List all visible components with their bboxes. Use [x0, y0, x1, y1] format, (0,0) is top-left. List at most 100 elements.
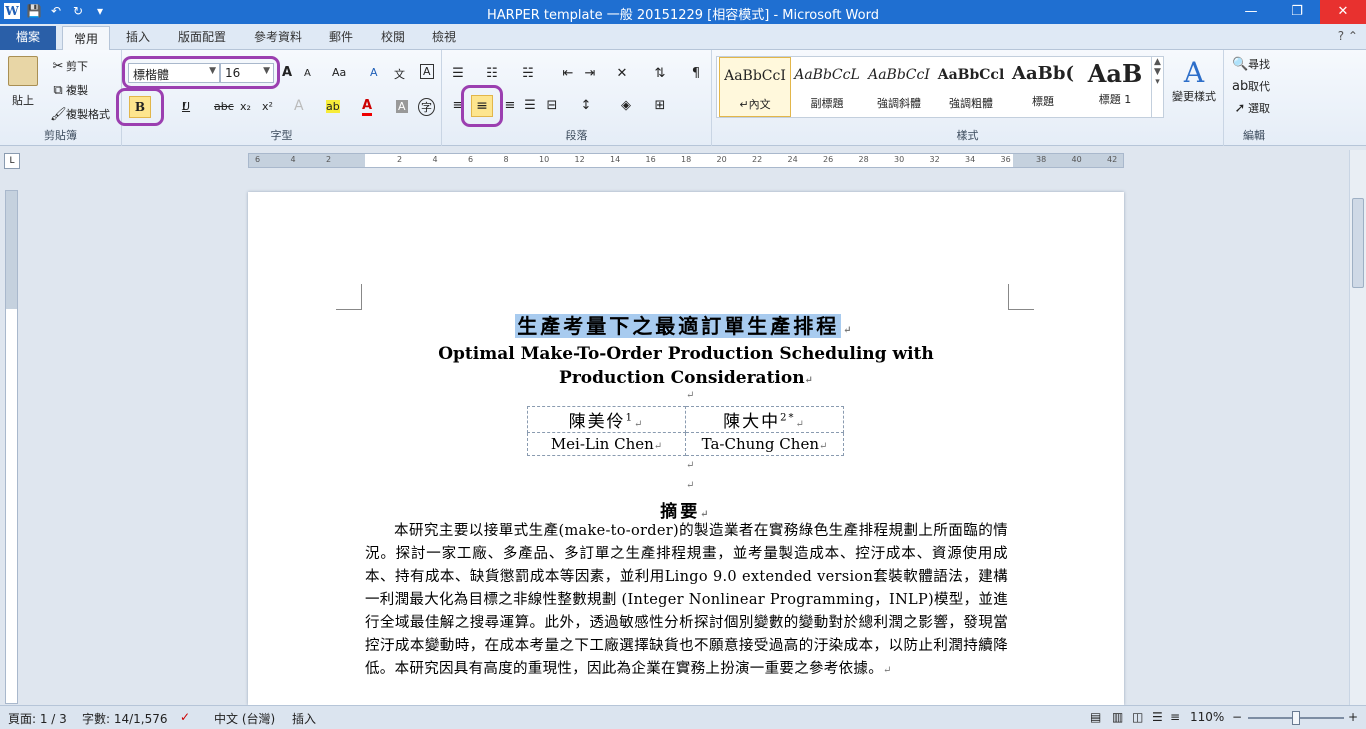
superscript-button[interactable]: x² [262, 100, 273, 113]
ruler-tick-label: 4 [432, 155, 438, 164]
change-styles-icon: A [1183, 56, 1205, 89]
print-layout-icon[interactable]: ▤ [1090, 710, 1101, 724]
show-marks-icon[interactable]: ¶ [688, 66, 704, 82]
highlight-color-icon[interactable]: ab [326, 100, 340, 113]
outline-icon[interactable]: ☰ [1152, 710, 1163, 724]
ruler-tick-label: 12 [574, 155, 585, 164]
find-button[interactable]: 尋找 [1248, 58, 1270, 71]
font-color-icon[interactable]: A [362, 98, 373, 116]
sort-icon[interactable]: ⇅ [652, 66, 668, 82]
paste-button[interactable]: 貼上 [12, 92, 34, 108]
ruler-tick-label: 34 [965, 155, 976, 164]
language[interactable]: 中文 (台灣) [214, 710, 275, 727]
decrease-indent-icon[interactable]: ⇤ [560, 66, 576, 82]
grow-font-icon[interactable]: A [282, 65, 292, 80]
full-screen-icon[interactable]: ▥ [1112, 710, 1123, 724]
styles-scroll-arrows[interactable]: ▲ ▼ ▾ [1151, 57, 1163, 117]
ribbon: 貼上 ✂ 剪下 ⧉ 複製 🖌複製格式 剪貼簿 標楷體 ▼ 16 ▼ A A Aa A 文… [0, 50, 1366, 146]
vertical-scrollbar[interactable] [1349, 150, 1366, 705]
tab-references[interactable]: 參考資料 [254, 28, 302, 45]
minimize-button[interactable]: — [1228, 0, 1274, 24]
tab-selector[interactable]: L [4, 153, 20, 169]
ruler-tick-label: 2 [326, 155, 332, 164]
horizontal-ruler[interactable]: 6 4 2 2 4 6 8 10 12 14 16 18 20 22 24 26 28 30 32 34 36 38 40 4… [248, 153, 1124, 168]
page-count[interactable]: 頁面: 1 / 3 [8, 710, 67, 727]
copy-button[interactable]: 複製 [66, 84, 88, 97]
copy-icon: ⧉ [53, 83, 63, 98]
tab-page-layout[interactable]: 版面配置 [178, 28, 226, 45]
abstract-heading: 摘要↵ [660, 502, 712, 522]
text-effects-icon[interactable]: A [294, 98, 304, 114]
tab-mailings[interactable]: 郵件 [329, 28, 353, 45]
abstract-body: 本研究主要以接單式生產(make-to-order)的製造業者在實務綠色生產排程… [365, 523, 1008, 677]
shrink-font-icon[interactable]: A [304, 68, 311, 79]
asian-layout-icon[interactable]: ✕ [614, 66, 630, 82]
select-button[interactable]: 選取 [1248, 102, 1270, 115]
web-layout-icon[interactable]: ◫ [1132, 710, 1143, 724]
borders-icon[interactable]: ⊞ [652, 98, 668, 114]
character-shading-icon[interactable]: A [396, 100, 408, 113]
change-styles-button[interactable]: A 變更樣式 [1170, 58, 1218, 104]
enclose-characters-icon[interactable]: 字 [418, 98, 435, 116]
tab-view[interactable]: 檢視 [432, 28, 456, 45]
zoom-slider-knob[interactable] [1292, 711, 1300, 725]
format-painter-button[interactable]: 複製格式 [66, 108, 110, 121]
zoom-out-button[interactable]: − [1232, 710, 1242, 724]
zoom-level[interactable]: 110% [1190, 710, 1224, 724]
author-cn-2: 陳大中2*↵ [685, 406, 844, 433]
maximize-button[interactable]: ❐ [1274, 0, 1320, 24]
font-highlight-outline [122, 56, 280, 89]
style-normal[interactable]: AaBbCcI ↵內文 [719, 57, 791, 117]
shading-icon[interactable]: ◈ [618, 98, 634, 114]
crop-mark [1008, 284, 1034, 310]
character-border-icon[interactable]: A [420, 64, 434, 79]
styles-gallery: AaBbCcI ↵內文 AaBbCcL 副標題 AaBbCcI 強調斜體 AaBbCc… [716, 56, 1164, 118]
author-cn-1: 陳美伶1↵ [527, 406, 686, 433]
underline-button[interactable]: U [182, 100, 190, 113]
styles-label: 樣式 [956, 129, 979, 142]
document-page[interactable]: 生產考量下之最適訂單生產排程 ↵ Optimal Make-To-Order Pr… [248, 192, 1124, 705]
increase-indent-icon[interactable]: ⇥ [582, 66, 598, 82]
insert-mode[interactable]: 插入 [292, 710, 316, 727]
strikethrough-button[interactable]: abc [214, 100, 234, 113]
tab-file[interactable]: 檔案 [0, 26, 56, 50]
ruler-tick-label: 14 [610, 155, 621, 164]
proofing-icon[interactable]: ✓ [180, 710, 190, 724]
style-emphasis[interactable]: AaBbCcI 強調斜體 [863, 57, 935, 117]
phonetic-guide-icon[interactable]: 文 [394, 66, 405, 82]
paste-icon[interactable] [8, 56, 38, 86]
distributed-icon[interactable]: ⊟ [544, 98, 560, 114]
zoom-in-button[interactable]: + [1348, 710, 1358, 724]
style-heading[interactable]: AaBb(標題 [1007, 57, 1079, 117]
ruler-tick-label: 24 [787, 155, 798, 164]
justify-icon[interactable]: ☰ [522, 98, 538, 114]
style-subtitle[interactable]: AaBbCcL 副標題 [791, 57, 863, 117]
scroll-thumb[interactable] [1352, 198, 1364, 288]
close-button[interactable]: ✕ [1320, 0, 1366, 24]
numbering-icon[interactable]: ☷ [484, 66, 500, 82]
subscript-button[interactable]: x₂ [240, 100, 251, 113]
clipboard-label: 剪貼簿 [44, 129, 77, 142]
tab-home[interactable]: 常用 [62, 26, 111, 51]
line-spacing-icon[interactable]: ↕ [578, 98, 594, 114]
multilevel-list-icon[interactable]: ☵ [520, 66, 536, 82]
style-strong[interactable]: AaBbCcl 強調粗體 [935, 57, 1007, 117]
word-count[interactable]: 字數: 14/1,576 [82, 710, 168, 727]
document-title-en: Optimal Make-To-Order Production Schedul… [438, 344, 934, 388]
align-right-icon[interactable]: ≡ [502, 98, 518, 114]
clear-format-icon[interactable]: A [370, 66, 378, 79]
ruler-tick-label: 36 [1000, 155, 1011, 164]
replace-button[interactable]: 取代 [1248, 80, 1270, 93]
cut-button[interactable]: 剪下 [66, 60, 88, 73]
tab-insert[interactable]: 插入 [126, 28, 150, 45]
tab-review[interactable]: 校閱 [381, 28, 405, 45]
ruler-tick-label: 8 [503, 155, 509, 164]
change-case-icon[interactable]: Aa [332, 66, 346, 79]
draft-icon[interactable]: ≡ [1170, 710, 1180, 724]
style-heading-1[interactable]: AaB 標題 1 [1079, 57, 1151, 117]
vertical-ruler[interactable] [5, 190, 18, 704]
help-icon[interactable]: ? ⌃ [1338, 29, 1358, 43]
document-title-cn: 生產考量下之最適訂單生產排程 ↵ [515, 314, 855, 338]
bullets-icon[interactable]: ☰ [450, 66, 466, 82]
crop-mark [336, 284, 362, 310]
